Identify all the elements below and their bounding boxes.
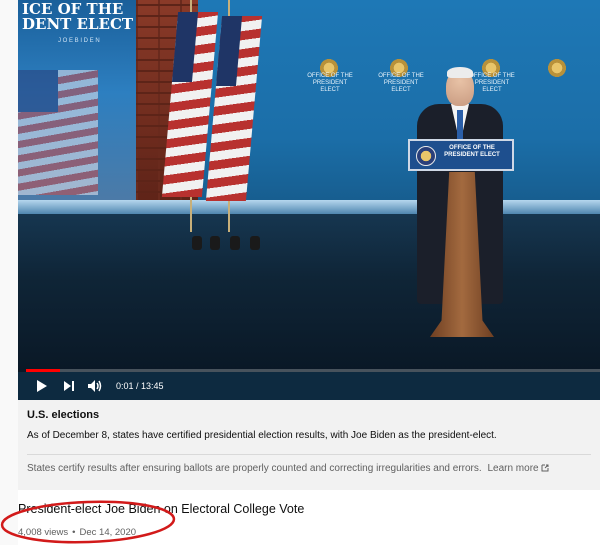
info-panel-footer: States certify results after ensuring ba… [27,463,549,474]
meta-separator: • [72,527,76,538]
seal-label: OFFICE OF THE PRESIDENT ELECT [307,73,353,93]
play-button[interactable] [26,379,56,393]
screen-flag-image [18,70,98,195]
screen-title-text: ICE OF THE DENT ELECT [22,0,134,33]
seal-icon [416,146,436,166]
video-title: President-elect Joe Biden on Electoral C… [18,502,305,516]
info-panel: U.S. elections As of December 8, states … [18,400,600,490]
video-meta: 4,008 views • Dec 14, 2020 [18,527,136,538]
lectern-sign-text: OFFICE OF THE PRESIDENT ELECT [444,145,500,158]
panel-divider [27,454,591,455]
screen-subtext: J O E B I D E N [58,38,100,44]
volume-icon [88,380,102,392]
learn-more-label: Learn more [487,463,539,474]
next-button[interactable] [56,379,82,393]
info-panel-title: U.S. elections [27,409,100,421]
stage-floor [18,214,600,372]
play-icon [37,380,47,392]
info-panel-footer-text: States certify results after ensuring ba… [27,463,482,474]
progress-bar[interactable] [26,369,600,372]
stage-light-band [18,200,600,214]
page-gutter [0,0,18,545]
player-controls: 0:01 / 13:45 [18,374,600,398]
speaker-hair [447,67,473,78]
learn-more-link[interactable]: Learn more [487,463,549,474]
video-player[interactable]: ICE OF THE DENT ELECT J O E B I D E N OF… [18,0,600,400]
info-panel-body: As of December 8, states have certified … [27,430,497,441]
upload-date: Dec 14, 2020 [79,527,137,538]
backdrop-left-screen: ICE OF THE DENT ELECT J O E B I D E N [18,0,138,205]
volume-button[interactable] [82,379,108,393]
time-display: 0:01 / 13:45 [116,381,164,391]
next-icon [64,381,74,391]
flag-stands [192,228,272,250]
lectern-sign: OFFICE OF THE PRESIDENT ELECT [408,139,514,171]
external-link-icon [541,464,549,472]
view-count: 4,008 views [18,527,69,538]
progress-played [26,369,61,372]
seal-icon [546,58,568,78]
